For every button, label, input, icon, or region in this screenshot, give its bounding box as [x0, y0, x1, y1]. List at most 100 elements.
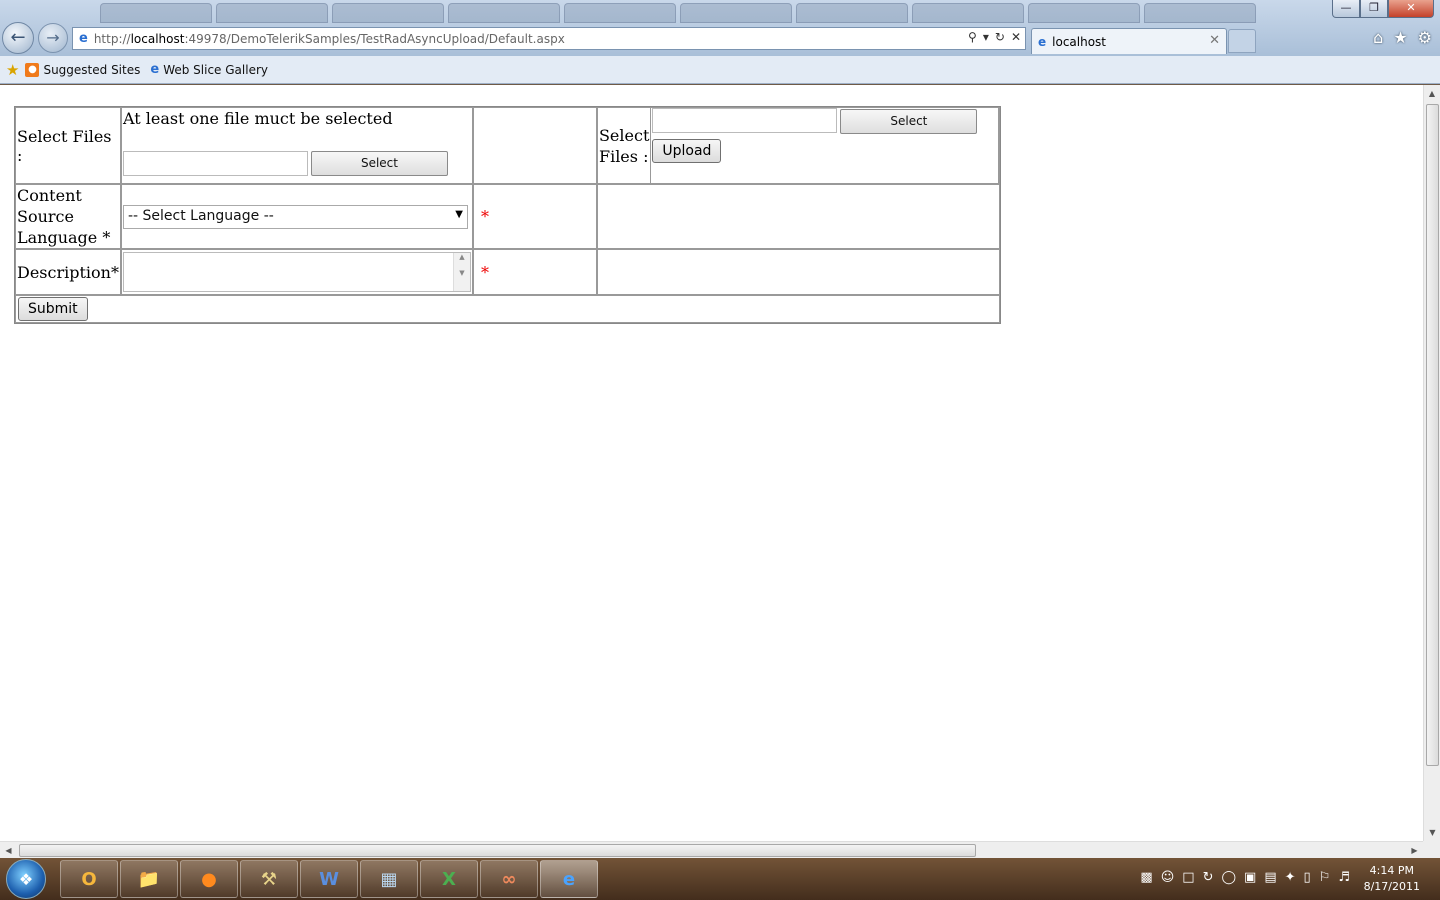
- validation-message: At least one file muct be selected: [122, 109, 393, 128]
- outlook-icon[interactable]: O: [60, 860, 118, 898]
- visual-studio-icon[interactable]: ∞: [480, 860, 538, 898]
- right-file-picker-cell: Select Upload: [651, 108, 999, 183]
- required-marker: *: [480, 262, 489, 282]
- background-tab[interactable]: [332, 3, 444, 23]
- tab-close-icon[interactable]: ✕: [1209, 33, 1220, 48]
- background-tab[interactable]: [216, 3, 328, 23]
- background-tab[interactable]: [680, 3, 792, 23]
- taskbar: ❖ O 📁 ● ⚒ W ▦ X ∞ e ▩ ☺ □ ↻ ◯ ▣ ▤ ✦ ▯ ⚐ …: [0, 858, 1440, 900]
- description-textarea[interactable]: ▲ ▼: [122, 252, 471, 292]
- tray-user-icon[interactable]: ☺: [1161, 870, 1175, 885]
- address-url-prefix: http://: [93, 31, 131, 46]
- clock-time: 4:14 PM: [1369, 864, 1414, 877]
- favorite-web-slice-gallery[interactable]: e Web Slice Gallery: [150, 62, 268, 77]
- right-select-file-button[interactable]: Select: [840, 109, 978, 134]
- close-window-icon[interactable]: ✕: [1388, 0, 1434, 18]
- dropdown-icon[interactable]: ▾: [983, 30, 989, 44]
- right-select-label-line2: Files :: [598, 146, 649, 166]
- notepad-icon[interactable]: ▦: [360, 860, 418, 898]
- tray-display-icon[interactable]: ▤: [1264, 870, 1276, 885]
- folder-icon[interactable]: 📁: [120, 860, 178, 898]
- excel-icon[interactable]: X: [420, 860, 478, 898]
- background-tab[interactable]: [100, 3, 212, 23]
- background-tab[interactable]: [564, 3, 676, 23]
- tray-status-icon[interactable]: ◯: [1221, 870, 1236, 885]
- back-icon[interactable]: ←: [2, 22, 34, 54]
- firefox-icon[interactable]: ●: [180, 860, 238, 898]
- stop-icon[interactable]: ✕: [1011, 30, 1021, 44]
- favorite-label: Suggested Sites: [43, 62, 141, 77]
- upload-button[interactable]: Upload: [652, 139, 722, 163]
- favorites-star-icon[interactable]: ★: [1393, 28, 1407, 47]
- tray-monitor-icon[interactable]: ▣: [1244, 870, 1256, 885]
- background-tab[interactable]: [796, 3, 908, 23]
- background-tab-strip: [100, 3, 1256, 23]
- tray-action-icon[interactable]: ⚐: [1319, 870, 1331, 885]
- browser-titlebar: — ❐ ✕ ← → e http://localhost:49978/DemoT…: [0, 0, 1440, 56]
- right-upload-table: Select Files : Select Upload: [598, 108, 999, 183]
- ie-tab-icon: e: [1038, 34, 1047, 49]
- scroll-left-icon[interactable]: ◀: [0, 842, 17, 859]
- description-required-cell: *: [472, 249, 597, 295]
- start-button-icon[interactable]: ❖: [6, 859, 46, 899]
- content-source-line1: Content: [17, 186, 82, 205]
- file-picker-left: Select: [122, 151, 471, 176]
- right-upload-cell: Select Files : Select Upload: [596, 107, 1000, 184]
- vertical-scrollbar[interactable]: ▲ ▼: [1423, 85, 1440, 841]
- tools-icon[interactable]: ⚒: [240, 860, 298, 898]
- right-file-name-input[interactable]: [652, 108, 838, 133]
- taskbar-clock[interactable]: 4:14 PM 8/17/2011: [1364, 863, 1420, 895]
- select-file-button[interactable]: Select: [310, 151, 448, 176]
- background-tab[interactable]: [912, 3, 1024, 23]
- ie-page-icon: e: [79, 31, 88, 46]
- add-favorite-icon[interactable]: ★: [6, 61, 19, 79]
- right-select-label-line1: Select: [598, 125, 650, 145]
- empty-cell: [596, 249, 1000, 295]
- address-host: localhost: [130, 31, 185, 46]
- language-select-cell: -- Select Language -- ▼: [120, 184, 473, 249]
- tray-outlook-icon[interactable]: □: [1182, 870, 1194, 885]
- language-select[interactable]: -- Select Language -- ▼: [122, 204, 468, 229]
- empty-cell: [596, 184, 1000, 249]
- internet-explorer-icon[interactable]: e: [540, 860, 598, 898]
- restore-icon[interactable]: ❐: [1360, 0, 1388, 18]
- address-bar[interactable]: e http://localhost:49978/DemoTelerikSamp…: [72, 27, 1026, 50]
- tray-device-icon[interactable]: ▯: [1304, 870, 1311, 885]
- scroll-down-icon[interactable]: ▼: [1424, 824, 1440, 841]
- refresh-icon[interactable]: ↻: [995, 30, 1005, 44]
- background-tab[interactable]: [1028, 3, 1140, 23]
- volume-icon[interactable]: ♬: [1338, 870, 1350, 885]
- favorite-suggested-sites[interactable]: ● Suggested Sites: [25, 62, 141, 77]
- favorites-bar: ★ ● Suggested Sites e Web Slice Gallery: [0, 56, 1440, 84]
- scroll-corner: [1423, 841, 1440, 858]
- minimize-icon[interactable]: —: [1332, 0, 1360, 18]
- search-icon[interactable]: ⚲: [968, 30, 977, 44]
- gear-icon[interactable]: ⚙: [1418, 28, 1432, 47]
- vertical-scroll-thumb[interactable]: [1426, 104, 1439, 766]
- scroll-right-icon[interactable]: ▶: [1406, 842, 1423, 859]
- scroll-up-icon[interactable]: ▲: [1424, 85, 1440, 102]
- textarea-scrollbar[interactable]: ▲ ▼: [452, 253, 470, 291]
- required-marker: *: [480, 207, 489, 226]
- address-url-rest: :49978/DemoTelerikSamples/TestRadAsyncUp…: [184, 31, 565, 46]
- file-name-input[interactable]: [122, 151, 308, 176]
- upload-form-table: Select Files : At least one file muct be…: [14, 106, 1001, 324]
- tab-localhost[interactable]: e localhost ✕: [1031, 28, 1227, 54]
- tray-network-icon[interactable]: ▩: [1140, 870, 1152, 885]
- clock-date: 8/17/2011: [1363, 880, 1420, 893]
- word-icon[interactable]: W: [300, 860, 358, 898]
- horizontal-scroll-thumb[interactable]: [19, 844, 976, 857]
- submit-button[interactable]: Submit: [18, 297, 88, 321]
- home-icon[interactable]: ⌂: [1373, 28, 1383, 47]
- tray-sync-icon[interactable]: ↻: [1203, 870, 1214, 885]
- tray-wand-icon[interactable]: ✦: [1285, 870, 1296, 885]
- new-tab-button[interactable]: [1228, 29, 1256, 53]
- forward-icon[interactable]: →: [38, 23, 68, 53]
- background-tab[interactable]: [1144, 3, 1256, 23]
- content-source-line3: Language *: [17, 228, 111, 247]
- browser-tools: ⌂ ★ ⚙: [1373, 28, 1432, 47]
- horizontal-scrollbar[interactable]: ◀ ▶: [0, 841, 1423, 858]
- web-slice-icon: e: [150, 62, 160, 77]
- content-source-language-label: Content Source Language *: [15, 184, 121, 249]
- background-tab[interactable]: [448, 3, 560, 23]
